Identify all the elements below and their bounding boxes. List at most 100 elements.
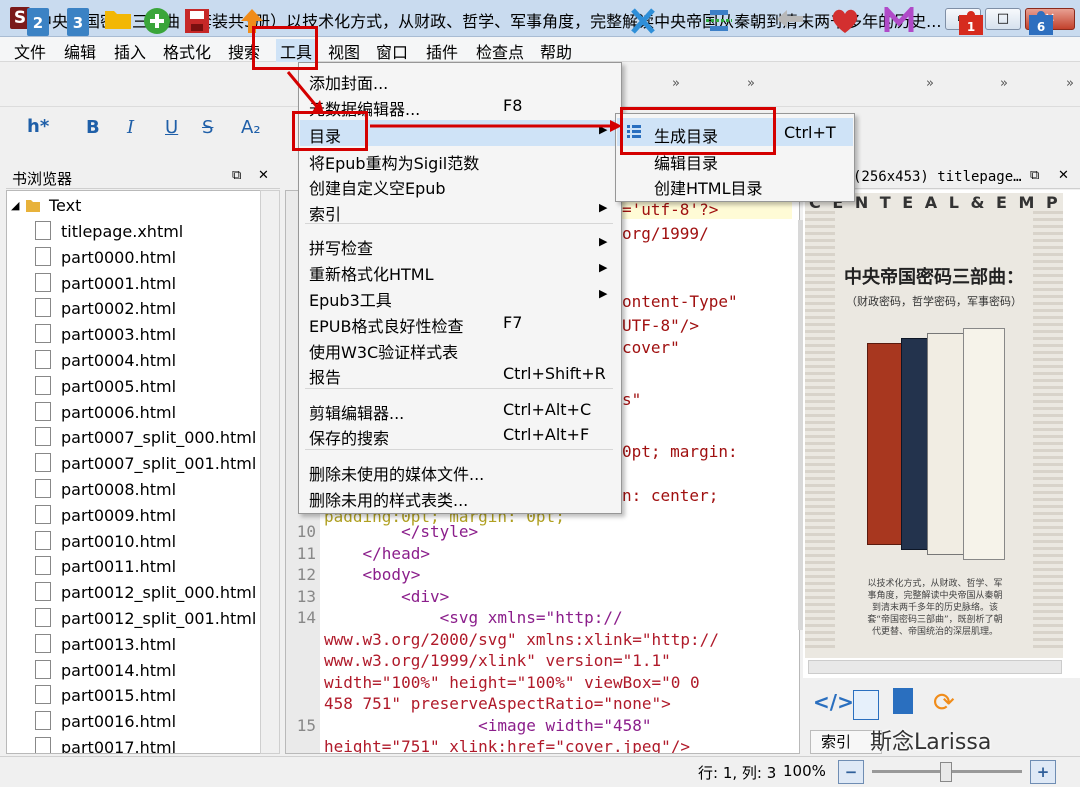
plugin-red-icon[interactable]: 1 xyxy=(955,7,985,37)
file-icon xyxy=(35,350,51,369)
submenu-arrow-icon: ▶ xyxy=(599,287,608,300)
file-icon xyxy=(35,556,51,576)
tools-menu-item[interactable]: 删除未使用的媒体文件... xyxy=(309,458,609,484)
float-panel-icon[interactable]: ⧉ xyxy=(232,168,241,183)
file-name: part0002.html xyxy=(61,299,177,319)
file-name: part0001.html xyxy=(61,273,177,293)
close-panel-icon[interactable]: ✕ xyxy=(258,168,269,183)
file-list-item[interactable]: part0016.html xyxy=(35,711,176,736)
zoom-slider-handle[interactable] xyxy=(940,762,952,782)
preview-scrollbar[interactable] xyxy=(808,660,1062,674)
italic-button[interactable]: I xyxy=(127,117,134,138)
file-list-item[interactable]: part0001.html xyxy=(35,272,177,298)
file-list-item[interactable]: part0017.html xyxy=(35,737,177,754)
toolbar-overflow-chevron[interactable]: » xyxy=(672,76,680,91)
folder-icon xyxy=(25,197,41,217)
file-list-item[interactable]: part0012_split_000.html xyxy=(35,582,256,607)
underline-button[interactable]: U xyxy=(165,117,178,138)
collapse-arrow-icon[interactable]: ◢ xyxy=(11,199,19,212)
file-list-item[interactable]: part0012_split_001.html xyxy=(35,608,256,633)
menu-item-label: 拼写检查 xyxy=(309,239,374,258)
file-icon xyxy=(35,659,51,679)
heading-button[interactable]: h* xyxy=(27,116,49,137)
maximize-button[interactable]: □ xyxy=(985,8,1021,30)
plugin-blue-icon[interactable]: 6 xyxy=(1025,7,1055,37)
file-list-item[interactable]: part0000.html xyxy=(35,246,176,272)
file-list-item[interactable]: part0007_split_001.html xyxy=(35,453,256,478)
file-list-item[interactable]: part0013.html xyxy=(35,633,176,659)
close-panel-icon[interactable]: ✕ xyxy=(1058,168,1069,183)
file-list-item[interactable]: part0003.html xyxy=(35,324,176,349)
menu-file[interactable]: 文件 xyxy=(14,39,46,63)
zoom-in-button[interactable]: + xyxy=(1030,760,1056,784)
submenu-arrow-icon: ▶ xyxy=(599,201,608,214)
submenu-arrow-icon: ▶ xyxy=(599,261,608,274)
svg-text:1: 1 xyxy=(967,20,975,34)
refresh-icon[interactable]: ⟳ xyxy=(933,688,955,718)
file-list-item[interactable]: part0006.html xyxy=(35,401,176,427)
menu-item-label: EPUB格式良好性检查 xyxy=(309,317,464,336)
create-html-toc-item[interactable]: 创建HTML目录 xyxy=(654,175,763,199)
tools-menu-item[interactable]: 创建自定义空Epub xyxy=(309,172,609,198)
tools-menu-item[interactable]: 拼写检查 ▶ xyxy=(309,232,609,258)
back-arrow-icon[interactable] xyxy=(775,7,805,37)
subscript-button[interactable]: A₂ xyxy=(241,117,261,138)
file-list-item[interactable]: part0014.html xyxy=(35,659,176,685)
copy-icon[interactable] xyxy=(893,688,913,714)
split-icon[interactable] xyxy=(704,7,734,37)
tools-menu-item[interactable]: 重新格式化HTML ▶ xyxy=(309,258,609,284)
file-list-item[interactable]: part0009.html xyxy=(35,504,176,530)
file-list-item[interactable]: part0004.html xyxy=(35,350,176,375)
heart-icon[interactable] xyxy=(830,7,860,37)
inspect-icon[interactable] xyxy=(853,690,879,720)
float-panel-icon[interactable]: ⧉ xyxy=(1030,168,1039,183)
cursor-position: 行: 1, 列: 3 xyxy=(698,764,777,782)
file-icon xyxy=(35,272,51,292)
tools-menu-item[interactable]: 剪辑编辑器... Ctrl+Alt+C xyxy=(309,397,609,423)
epub2-icon[interactable]: 2 xyxy=(27,8,49,36)
folder-label[interactable]: Text xyxy=(49,196,81,215)
code-view-icon[interactable]: </> xyxy=(813,690,854,714)
epub3-icon[interactable]: 3 xyxy=(67,8,89,36)
tools-menu-item[interactable]: Epub3工具 ▶ xyxy=(309,284,609,310)
toolbar-overflow-chevron[interactable]: » xyxy=(1066,76,1074,91)
menu-item-label: 删除未使用的媒体文件... xyxy=(309,465,485,484)
save-icon[interactable] xyxy=(182,7,212,37)
file-icon xyxy=(35,685,51,705)
file-list-item[interactable]: part0002.html xyxy=(35,298,176,323)
tools-menu-item[interactable]: 使用W3C验证样式表 xyxy=(309,336,609,362)
bold-button[interactable]: B xyxy=(86,117,100,138)
code-line: height="751" xlink:href="cover.jpeg"/> xyxy=(324,737,691,754)
menu-edit[interactable]: 编辑 xyxy=(64,39,96,63)
menu-format[interactable]: 格式化 xyxy=(163,39,211,63)
open-folder-icon[interactable] xyxy=(103,7,133,37)
menu-insert[interactable]: 插入 xyxy=(114,39,146,63)
annotation-arrows xyxy=(286,71,622,132)
m-tool-icon[interactable] xyxy=(884,3,914,37)
strikethrough-button[interactable]: S xyxy=(202,117,213,138)
tools-menu-item[interactable]: 删除未用的样式表类... xyxy=(309,484,609,510)
add-file-icon[interactable] xyxy=(142,7,172,37)
tools-menu-item[interactable]: EPUB格式良好性检查 F7 xyxy=(309,310,609,336)
file-list-item[interactable]: part0010.html xyxy=(35,530,176,556)
file-list-item[interactable]: part0007_split_000.html xyxy=(35,427,256,452)
file-name: part0017.html xyxy=(61,738,177,754)
file-list-item[interactable]: part0011.html xyxy=(35,556,176,581)
book-browser-scrollbar[interactable] xyxy=(260,190,280,754)
tools-menu-item[interactable]: 索引 ▶ xyxy=(309,198,609,224)
toolbar-overflow-chevron[interactable]: » xyxy=(926,76,934,91)
tools-menu-item[interactable]: 保存的搜索 Ctrl+Alt+F xyxy=(309,422,609,448)
toolbar-overflow-chevron[interactable]: » xyxy=(1000,76,1008,91)
file-list-item[interactable]: titlepage.xhtml xyxy=(35,221,184,246)
code-line-fragment: 0pt; margin: xyxy=(622,442,738,461)
file-name: part0012_split_000.html xyxy=(61,583,257,603)
x-tool-icon[interactable] xyxy=(628,7,658,37)
file-list-item[interactable]: part0008.html xyxy=(35,479,176,504)
menu-item-shortcut: Ctrl+Alt+F xyxy=(503,425,590,444)
toolbar-overflow-chevron[interactable]: » xyxy=(747,76,755,91)
zoom-out-button[interactable]: − xyxy=(838,760,864,784)
tools-menu-item[interactable]: 报告 Ctrl+Shift+R xyxy=(309,361,609,387)
file-list-item[interactable]: part0015.html xyxy=(35,685,176,710)
file-list-item[interactable]: part0005.html xyxy=(35,375,176,401)
file-icon xyxy=(35,711,51,731)
